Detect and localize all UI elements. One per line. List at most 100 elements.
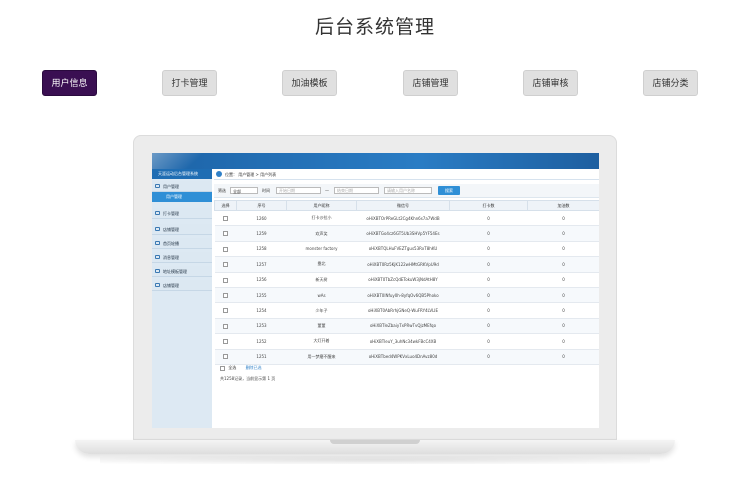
laptop-notch	[330, 440, 420, 444]
date-range-dash: —	[325, 188, 329, 193]
col-header-select: 选择	[214, 200, 237, 211]
cell-fuel: 0	[527, 272, 599, 288]
row-checkbox[interactable]	[223, 339, 228, 345]
cell-wechat: oHiXBTQLHuFVEZTgus53RxT8hKU	[356, 241, 450, 258]
map-icon	[155, 269, 160, 273]
cell-checkins: 0	[449, 272, 528, 288]
sidebar: 用户管理 用户管理 打卡管理 店铺管理 首页轮播 消息管理 地址模板管理 店铺管…	[152, 179, 212, 428]
select-all-checkbox[interactable]	[220, 365, 225, 371]
cell-nickname: 靠北	[286, 256, 357, 273]
sidebar-subitem-user-manage[interactable]: 用户管理	[152, 192, 212, 202]
table-row[interactable]: 1260 打卡沙拉小 oHiXBTOrPReGLt2Cg4Khn6s7a7WdB 0 0	[214, 210, 599, 227]
sidebar-item-store-2[interactable]: 店铺管理	[152, 280, 212, 291]
status-filter-select[interactable]: 全部	[230, 187, 258, 194]
row-checkbox[interactable]	[223, 277, 228, 283]
breadcrumb: 位置： 用户管理 > 用户列表	[214, 170, 599, 180]
sidebar-item-store[interactable]: 店铺管理	[152, 224, 212, 235]
admin-screen: 天涯运动后台管理系统 用户管理 用户管理 打卡管理 店铺管理 首页轮播 消息管理…	[152, 153, 599, 428]
user-table: 选择 序号 用户昵称 微信号 打卡数 加油数 1260 打卡沙拉小 oHiXBTOr…	[214, 200, 599, 365]
cell-fuel: 0	[527, 256, 599, 273]
table-row[interactable]: 1259 欢声笑 oHiXBTGo4cz6GT5Ub3SHVp5YF54Es 0 0	[214, 225, 599, 242]
start-date-input[interactable]: 开始日期	[276, 187, 321, 194]
cell-index: 1260	[236, 210, 287, 227]
row-checkbox[interactable]	[223, 292, 228, 298]
home-icon	[216, 171, 222, 177]
cell-nickname: 打卡沙拉小	[286, 210, 357, 227]
table-footer: 全选 删除已选	[214, 363, 599, 372]
sidebar-item-user-manage[interactable]: 用户管理	[152, 181, 212, 192]
sidebar-item-label: 店铺管理	[163, 227, 179, 232]
tab-store-category[interactable]: 店铺分类	[643, 70, 698, 96]
cell-wechat: oHiXBTGo4cz6GT5Ub3SHVp5YF54Es	[356, 225, 450, 242]
row-checkbox[interactable]	[223, 231, 228, 237]
store-icon	[155, 227, 160, 231]
search-button[interactable]: 搜索	[438, 186, 460, 195]
cell-nickname: 新天树	[286, 272, 357, 288]
cell-nickname: 董董	[286, 318, 357, 335]
cell-checkins: 0	[449, 318, 528, 335]
row-checkbox[interactable]	[223, 323, 228, 329]
table-row[interactable]: 1253 董董 oHiXBTleZbaiyTxPRwTvQjzMEfqo 0 0	[214, 318, 599, 335]
cell-index: 1257	[236, 256, 287, 273]
cell-fuel: 0	[527, 225, 599, 242]
sidebar-item-label: 店铺管理	[163, 283, 179, 288]
sidebar-item-address-template[interactable]: 地址模板管理	[152, 266, 212, 277]
status-filter-label: 筛选	[218, 188, 226, 193]
screen-header-banner	[152, 153, 599, 169]
keyword-input[interactable]: 请输入用户名称	[384, 187, 432, 194]
cell-wechat: oHiXBT0lNfuy0h-8yfqOv6QB5Phoko	[356, 287, 450, 304]
col-header-wechat: 微信号	[356, 200, 450, 211]
tab-checkin-manage[interactable]: 打卡管理	[162, 70, 217, 96]
tab-store-review[interactable]: 店铺审核	[523, 70, 578, 96]
row-checkbox[interactable]	[223, 215, 228, 221]
row-select-cell	[214, 287, 237, 304]
cell-index: 1253	[236, 318, 287, 335]
cell-checkins: 0	[449, 287, 528, 304]
header-swoosh	[152, 153, 222, 169]
select-all-label: 全选	[228, 365, 237, 370]
table-row[interactable]: 1255 wAs oHiXBT0lNfuy0h-8yfqOv6QB5Phoko 0 0	[214, 287, 599, 304]
tab-store-manage[interactable]: 店铺管理	[403, 70, 458, 96]
row-checkbox[interactable]	[223, 262, 228, 268]
pagination-text: 共1258记录，当前显示第 1 页	[220, 376, 276, 381]
cell-wechat: oHiXBT0AbRrhjGNeQ-WuFRY4LVLIE	[356, 302, 450, 319]
sidebar-item-carousel[interactable]: 首页轮播	[152, 238, 212, 249]
time-filter-label: 时间	[262, 188, 270, 193]
cell-index: 1252	[236, 333, 287, 350]
end-date-input[interactable]: 结束日期	[334, 187, 379, 194]
row-checkbox[interactable]	[223, 308, 228, 314]
sidebar-item-checkin[interactable]: 打卡管理	[152, 208, 212, 219]
cell-fuel: 0	[527, 333, 599, 350]
cell-fuel: 0	[527, 241, 599, 258]
sidebar-item-label: 首页轮播	[163, 241, 179, 246]
cell-index: 1258	[236, 241, 287, 258]
sidebar-item-label: 地址模板管理	[163, 269, 187, 274]
cell-fuel: 0	[527, 287, 599, 304]
row-select-cell	[214, 256, 237, 273]
cell-nickname: 大灯开着	[286, 333, 357, 350]
row-select-cell	[214, 225, 237, 242]
sidebar-item-label: 用户管理	[163, 184, 179, 189]
laptop-shadow	[100, 456, 650, 464]
cell-wechat: oHiXBT0TbZcQdETokuW3jNdAtH8Y	[356, 272, 450, 288]
cell-wechat: oHiXBTleuY_3uhNc34wkFBcC4XB	[356, 333, 450, 350]
table-row[interactable]: 1252 大灯开着 oHiXBTleuY_3uhNc34wkFBcC4XB 0 0	[214, 333, 599, 350]
bulk-delete-link[interactable]: 删除已选	[246, 365, 262, 370]
row-select-cell	[214, 272, 237, 288]
cell-index: 1256	[236, 272, 287, 288]
table-row[interactable]: 1254 少年子 oHiXBT0AbRrhjGNeQ-WuFRY4LVLIE 0 0	[214, 302, 599, 319]
table-row[interactable]: 1258 monster factory oHiXBTQLHuFVEZTgus53R…	[214, 241, 599, 258]
cell-checkins: 0	[449, 256, 528, 273]
row-checkbox[interactable]	[223, 354, 228, 360]
col-header-index: 序号	[236, 200, 287, 211]
sidebar-item-messages[interactable]: 消息管理	[152, 252, 212, 263]
cell-checkins: 0	[449, 302, 528, 319]
table-row[interactable]: 1257 靠北 oHiXBT0Rz5KjK122wHMtGRKVpU9d 0 0	[214, 256, 599, 273]
table-row[interactable]: 1256 新天树 oHiXBT0TbZcQdETokuW3jNdAtH8Y 0 0	[214, 272, 599, 288]
image-icon	[155, 241, 160, 245]
row-select-cell	[214, 210, 237, 227]
tab-fuel-template[interactable]: 加油模板	[282, 70, 337, 96]
tab-user-info[interactable]: 用户信息	[42, 70, 97, 96]
row-checkbox[interactable]	[223, 246, 228, 252]
cell-index: 1255	[236, 287, 287, 304]
